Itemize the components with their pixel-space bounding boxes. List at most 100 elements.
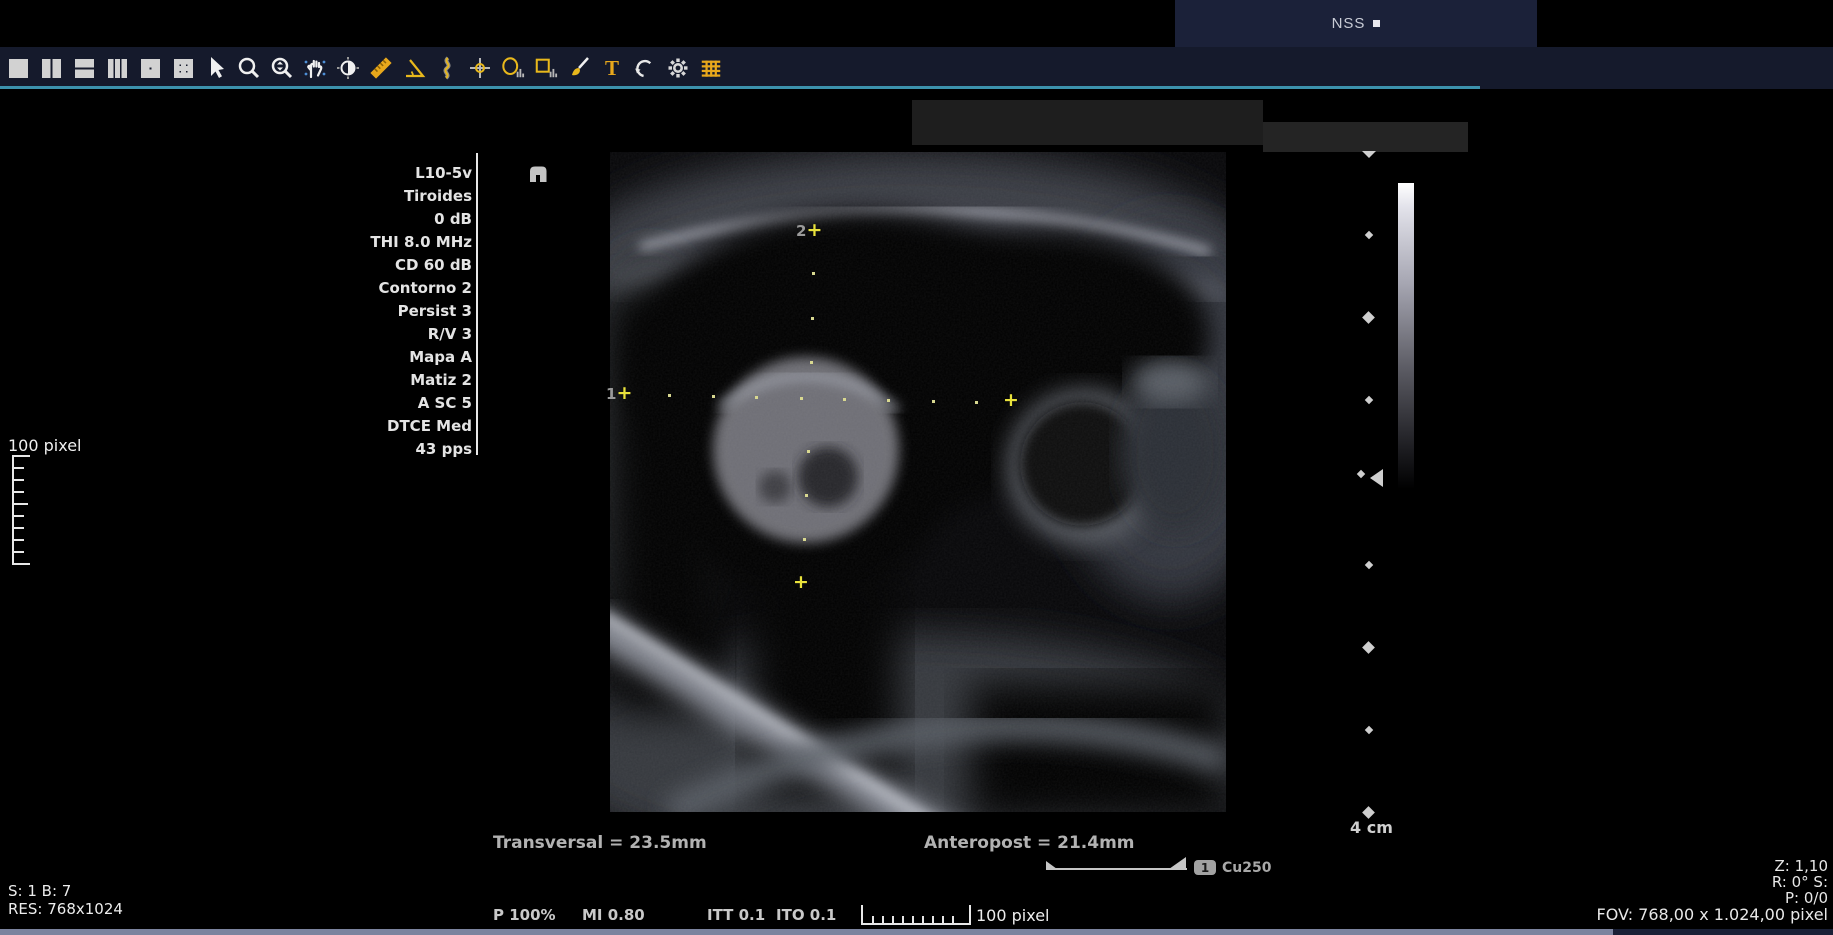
- measure-dot: [932, 400, 935, 403]
- window-level-button[interactable]: [336, 55, 360, 81]
- measure-dot: [807, 450, 810, 453]
- depth-scale-label: 4 cm: [1350, 818, 1393, 837]
- caliper-1-end[interactable]: +: [1003, 392, 1019, 410]
- layout-single-icon: [9, 59, 28, 78]
- layout-single-button[interactable]: [6, 55, 30, 81]
- depth-tick: [1362, 641, 1375, 654]
- crosshair-tool-button[interactable]: [468, 55, 492, 81]
- ultrasound-image[interactable]: [610, 152, 1226, 812]
- text-annotation-button[interactable]: T: [600, 55, 624, 81]
- zoom-levels-button[interactable]: [270, 55, 294, 81]
- param-thi: THI 8.0 MHz: [250, 231, 472, 254]
- measure-dot: [812, 272, 815, 275]
- ellipse-roi-icon: [501, 56, 525, 80]
- measure-dot: [755, 396, 758, 399]
- titlebar: NSS: [0, 0, 1833, 47]
- status-power: P 100%: [493, 906, 556, 924]
- bottom-edge-strip: [0, 929, 1613, 935]
- param-mapa: Mapa A: [250, 346, 472, 369]
- pan-icon: [303, 56, 327, 80]
- depth-tick: [1362, 311, 1375, 324]
- bottom-pixel-ruler: [861, 905, 971, 925]
- layout-two-columns-button[interactable]: [39, 55, 63, 81]
- caliper-cross-icon: +: [1003, 389, 1019, 411]
- param-cd: CD 60 dB: [250, 254, 472, 277]
- brush-icon: [567, 56, 591, 80]
- measure-dot: [803, 538, 806, 541]
- tgc-ramp-line[interactable]: [1046, 868, 1187, 870]
- param-gain: 0 dB: [250, 208, 472, 231]
- measure-dot: [887, 399, 890, 402]
- ruler-icon: [369, 56, 393, 80]
- measure-dot: [805, 494, 808, 497]
- tgc-ramp-end-icon[interactable]: [1169, 857, 1186, 869]
- toolbar: T: [0, 47, 1833, 89]
- caliper-cross-icon: +: [616, 382, 632, 404]
- layout-grid-2x2-icon: [141, 59, 160, 78]
- layout-grid-3x3-button[interactable]: [171, 55, 195, 81]
- bottom-edge-strip-right: [1613, 929, 1833, 935]
- grayscale-bar: [1398, 183, 1414, 489]
- undo-icon: [633, 56, 657, 80]
- caliper-2-end[interactable]: +: [793, 574, 809, 592]
- probe-orientation-icon: [527, 165, 549, 183]
- angle-tool-button[interactable]: [402, 55, 426, 81]
- layout-three-columns-icon: [108, 59, 127, 78]
- focus-diamond: [1357, 470, 1365, 478]
- measure-dot: [975, 401, 978, 404]
- pointer-icon: [205, 56, 227, 80]
- pan-button[interactable]: [303, 55, 327, 81]
- caliper-2-start[interactable]: 2+: [796, 222, 822, 240]
- depth-tick: [1365, 726, 1373, 734]
- angle-icon: [402, 56, 426, 80]
- settings-icon: [666, 56, 690, 80]
- param-preset: Tiroides: [250, 185, 472, 208]
- rectangle-roi-button[interactable]: [534, 55, 558, 81]
- layout-three-columns-button[interactable]: [105, 55, 129, 81]
- parameter-divider-line: [476, 153, 478, 455]
- undo-button[interactable]: [633, 55, 657, 81]
- measure-dot: [668, 394, 671, 397]
- series-stack-icon: [699, 56, 723, 80]
- param-persist: Persist 3: [250, 300, 472, 323]
- caliper-cross-icon: +: [793, 571, 809, 593]
- ruler-tool-button[interactable]: [369, 55, 393, 81]
- crosshair-icon: [468, 56, 492, 80]
- ultrasound-viewer-window: NSS: [0, 0, 1833, 935]
- transmit-label: Cu250: [1222, 860, 1271, 876]
- layout-grid-2x2-button[interactable]: [138, 55, 162, 81]
- settings-button[interactable]: [666, 55, 690, 81]
- pointer-button[interactable]: [204, 55, 228, 81]
- series-stack-button[interactable]: [699, 55, 723, 81]
- stage-badge: 1: [1194, 860, 1216, 875]
- left-ruler-label: 100 pixel: [8, 436, 82, 455]
- measure-dot: [800, 397, 803, 400]
- brush-tool-button[interactable]: [567, 55, 591, 81]
- zoom-button[interactable]: [237, 55, 261, 81]
- svg-text:T: T: [605, 56, 619, 80]
- image-viewport[interactable]: L10-5v Tiroides 0 dB THI 8.0 MHz CD 60 d…: [0, 89, 1833, 929]
- ultrasound-canvas: [610, 152, 1226, 812]
- caliper-cross-icon: +: [806, 219, 822, 241]
- spine-label-button[interactable]: [435, 55, 459, 81]
- status-resolution: RES: 768x1024: [8, 900, 123, 918]
- header-panel-shade: [912, 100, 1263, 145]
- status-mi: MI 0.80: [582, 906, 645, 924]
- measure-dot: [843, 398, 846, 401]
- caliper-1-start[interactable]: 1+: [606, 385, 632, 403]
- rectangle-roi-icon: [534, 56, 558, 80]
- status-itt: ITT 0.1: [707, 906, 765, 924]
- status-ito: ITO 0.1: [776, 906, 836, 924]
- text-annotation-icon: T: [600, 56, 624, 80]
- param-fps: 43 pps: [250, 438, 472, 461]
- focus-marker-icon[interactable]: [1370, 469, 1383, 487]
- depth-tick: [1362, 806, 1375, 819]
- left-pixel-ruler: [12, 455, 14, 565]
- zoom-icon: [237, 56, 261, 80]
- acquisition-parameters: L10-5v Tiroides 0 dB THI 8.0 MHz CD 60 d…: [250, 162, 472, 461]
- layout-two-rows-button[interactable]: [72, 55, 96, 81]
- nss-menu[interactable]: NSS: [1175, 0, 1537, 47]
- ellipse-roi-button[interactable]: [501, 55, 525, 81]
- window-level-icon: [336, 56, 360, 80]
- nss-menu-dot-icon: [1373, 20, 1380, 27]
